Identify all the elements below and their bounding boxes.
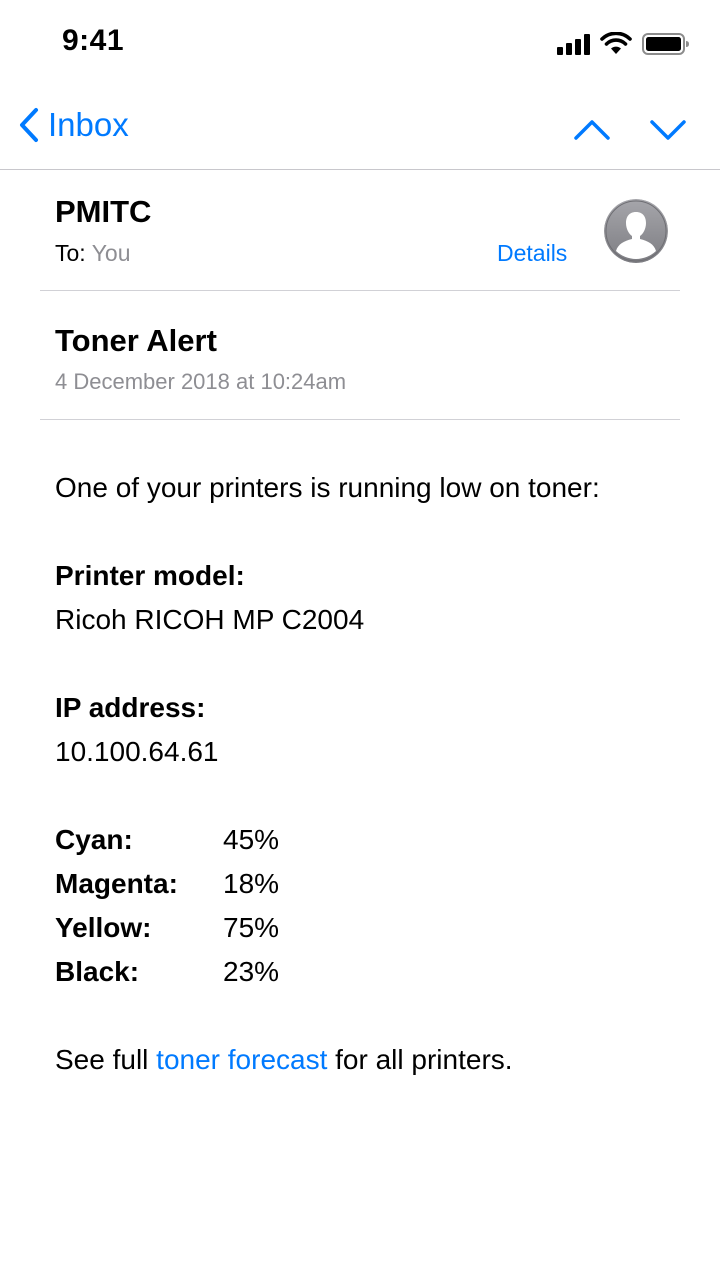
toner-row-black: Black: 23% — [55, 950, 675, 994]
avatar[interactable] — [604, 199, 668, 263]
previous-message-button[interactable] — [572, 110, 612, 150]
toner-value: 75% — [223, 912, 280, 943]
footer-text: See full toner forecast for all printers… — [55, 1038, 675, 1082]
status-time: 9:41 — [62, 24, 125, 57]
battery-icon — [642, 33, 689, 55]
toner-name: Magenta: — [55, 868, 178, 899]
recipient-line: To: You — [55, 240, 131, 267]
printer-model-section: Printer model: Ricoh RICOH MP C2004 — [55, 554, 675, 642]
intro-text: One of your printers is running low on t… — [55, 472, 600, 503]
ip-address-label: IP address: — [55, 692, 206, 723]
printer-model-value: Ricoh RICOH MP C2004 — [55, 604, 365, 635]
back-button[interactable]: Inbox — [18, 106, 129, 144]
person-icon — [604, 199, 668, 263]
chevron-left-icon — [20, 108, 38, 142]
toner-row-magenta: Magenta: 18% — [55, 862, 675, 906]
details-button[interactable]: Details — [497, 240, 567, 267]
footer-prefix: See full — [55, 1044, 157, 1075]
to-label: To: — [55, 240, 86, 266]
next-message-button[interactable] — [648, 110, 688, 150]
recipient-name[interactable]: You — [92, 240, 131, 266]
chevron-down-icon — [650, 120, 686, 140]
back-label: Inbox — [48, 106, 129, 143]
sender-name[interactable]: PMITC — [55, 194, 151, 230]
toner-value: 23% — [223, 956, 280, 987]
ip-address-value[interactable]: 10.100.64.61 — [55, 730, 675, 774]
toner-value: 45% — [223, 824, 280, 855]
subject-block: Toner Alert 4 December 2018 at 10:24am — [40, 291, 680, 420]
toner-forecast-link[interactable]: toner forecast — [156, 1044, 327, 1075]
signal-icon — [557, 33, 590, 55]
message-header: PMITC To: You Details — [40, 170, 680, 291]
status-bar: 9:41 — [0, 0, 720, 90]
message-date: 4 December 2018 at 10:24am — [55, 369, 347, 394]
message-body: One of your printers is running low on t… — [55, 466, 675, 1082]
chevron-up-icon — [574, 120, 610, 140]
toner-name: Cyan: — [55, 824, 133, 855]
toner-row-yellow: Yellow: 75% — [55, 906, 675, 950]
ip-address-section: IP address: 10.100.64.61 — [55, 686, 675, 774]
toner-value: 18% — [223, 868, 280, 899]
nav-bar: Inbox — [0, 90, 720, 170]
footer-suffix: for all printers. — [327, 1044, 513, 1075]
toner-name: Yellow: — [55, 912, 152, 943]
wifi-icon — [600, 32, 632, 54]
status-icons — [557, 32, 690, 56]
toner-row-cyan: Cyan: 45% — [55, 818, 675, 862]
message-subject: Toner Alert — [55, 323, 217, 358]
toner-levels: Cyan: 45% Magenta: 18% Yellow: 75% Black… — [55, 818, 675, 994]
printer-model-label: Printer model: — [55, 560, 245, 591]
toner-name: Black: — [55, 956, 140, 987]
